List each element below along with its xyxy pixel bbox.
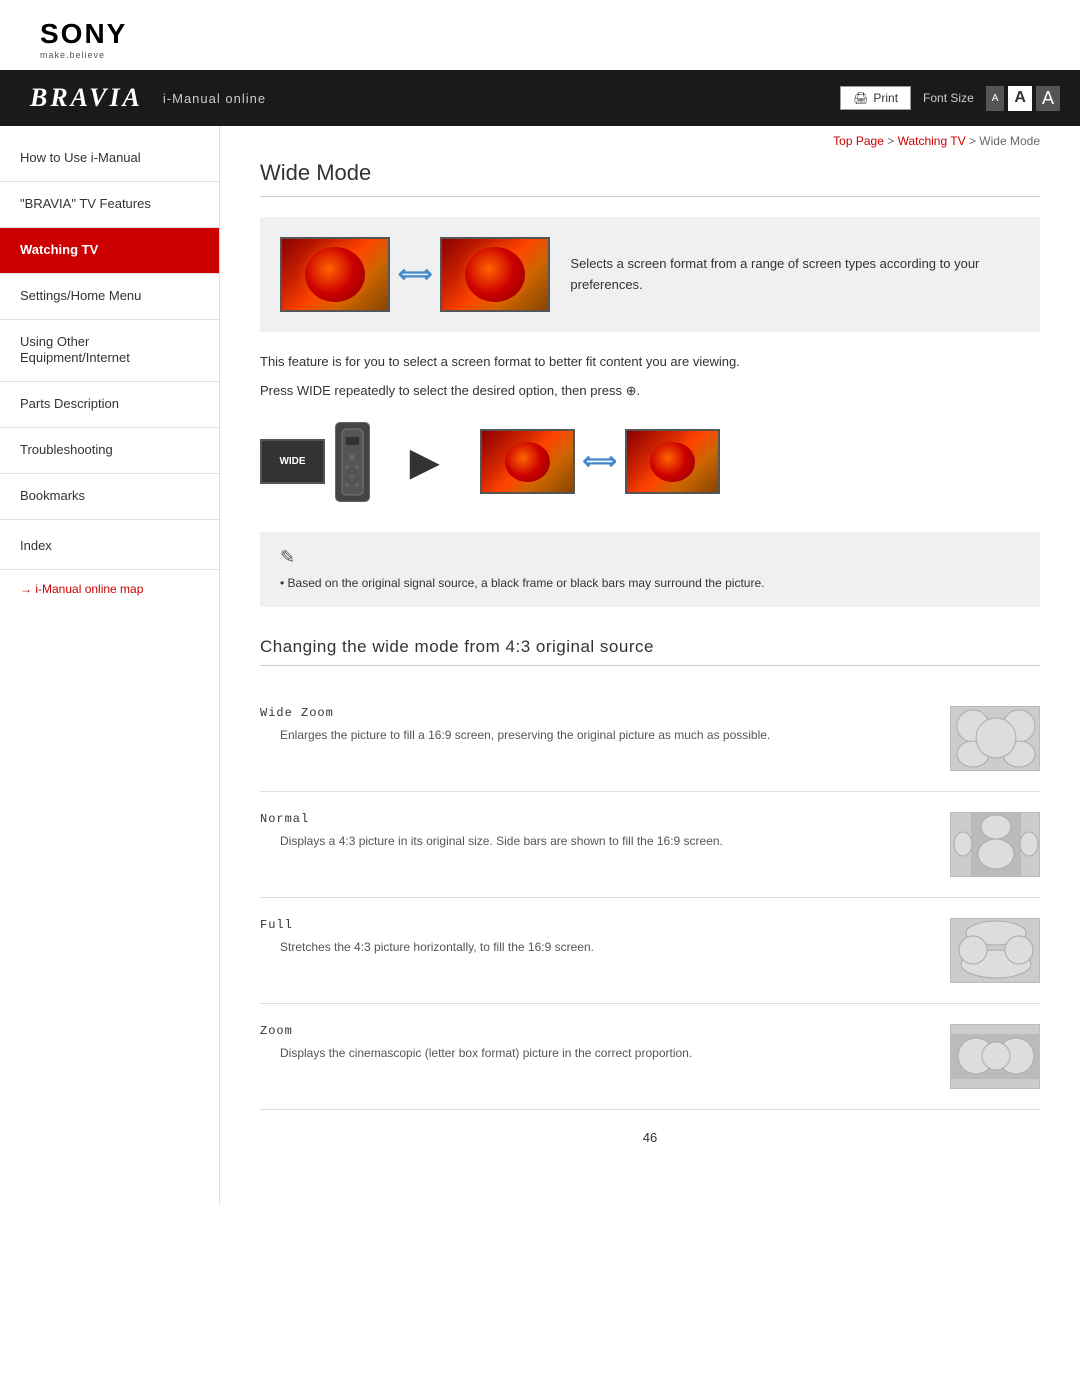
sidebar-item-parts[interactable]: Parts Description	[0, 382, 219, 428]
zoom-image	[950, 1024, 1040, 1089]
normal-desc: Displays a 4:3 picture in its original s…	[260, 832, 930, 850]
section-heading: Changing the wide mode from 4:3 original…	[260, 637, 1040, 666]
breadcrumb-watching[interactable]: Watching TV	[898, 134, 966, 148]
font-size-buttons: A A A	[986, 86, 1060, 111]
bravia-bar-left: BRAVIA i-Manual online	[30, 83, 266, 113]
demo-tv-right	[625, 429, 720, 494]
body-text-2: Press WIDE repeatedly to select the desi…	[260, 381, 1040, 402]
zoom-name: Zoom	[260, 1024, 930, 1038]
zoom-svg	[951, 1024, 1039, 1089]
wide-button-image: WIDE	[260, 439, 325, 484]
flower-left	[305, 247, 365, 302]
note-text: Based on the original signal source, a b…	[280, 576, 764, 590]
sidebar-item-bookmarks[interactable]: Bookmarks	[0, 474, 219, 520]
zoom-desc: Displays the cinemascopic (letter box fo…	[260, 1044, 930, 1062]
wide-zoom-text: Wide Zoom Enlarges the picture to fill a…	[260, 706, 930, 744]
content-area: Top Page > Watching TV > Wide Mode Wide …	[220, 126, 1080, 1205]
full-item: Full Stretches the 4:3 picture horizonta…	[260, 898, 1040, 1004]
demo-tv-left	[480, 429, 575, 494]
body-text-1: This feature is for you to select a scre…	[260, 352, 1040, 373]
note-box: ✎ Based on the original signal source, a…	[260, 532, 1040, 607]
sidebar: How to Use i-Manual "BRAVIA" TV Features…	[0, 126, 220, 1205]
sidebar-map-link[interactable]: → i-Manual online map	[0, 570, 219, 608]
font-medium-button[interactable]: A	[1008, 86, 1032, 111]
zoom-item: Zoom Displays the cinemascopic (letter b…	[260, 1004, 1040, 1110]
tv-images-intro: ⟺	[280, 237, 550, 312]
normal-image	[950, 812, 1040, 877]
sidebar-item-troubleshooting[interactable]: Troubleshooting	[0, 428, 219, 474]
zoom-text: Zoom Displays the cinemascopic (letter b…	[260, 1024, 930, 1062]
sony-tagline: make.believe	[40, 50, 105, 60]
full-svg	[951, 918, 1039, 983]
sidebar-item-settings[interactable]: Settings/Home Menu	[0, 274, 219, 320]
big-arrow-icon: ►	[400, 433, 450, 491]
font-large-button[interactable]: A	[1036, 86, 1060, 111]
normal-svg	[951, 812, 1039, 877]
sidebar-item-index[interactable]: Index	[0, 524, 219, 570]
wide-demo-section: WIDE ►	[260, 422, 1040, 502]
print-button[interactable]: 🖨 Print	[840, 86, 911, 110]
demo-arrow-icon: ⟺	[583, 447, 617, 476]
full-illustration	[950, 918, 1040, 983]
normal-illustration	[950, 812, 1040, 877]
wide-zoom-desc: Enlarges the picture to fill a 16:9 scre…	[260, 726, 930, 744]
wide-demo-right: ⟺	[480, 429, 720, 494]
bravia-bar-right: 🖨 Print Font Size A A A	[840, 86, 1060, 111]
bravia-logo: BRAVIA	[30, 83, 143, 113]
bravia-bar: BRAVIA i-Manual online 🖨 Print Font Size…	[0, 70, 1080, 126]
normal-item: Normal Displays a 4:3 picture in its ori…	[260, 792, 1040, 898]
zoom-illustration	[950, 1024, 1040, 1089]
flower-right	[465, 247, 525, 302]
top-bar: SONY make.believe	[0, 0, 1080, 70]
full-name: Full	[260, 918, 930, 932]
sony-logo: SONY make.believe	[40, 18, 1040, 60]
sony-brand: SONY	[40, 18, 127, 50]
breadcrumb-sep1: >	[887, 134, 897, 148]
full-desc: Stretches the 4:3 picture horizontally, …	[260, 938, 930, 956]
double-arrow-icon: ⟺	[398, 260, 432, 289]
full-image	[950, 918, 1040, 983]
print-icon: 🖨	[853, 91, 868, 105]
breadcrumb-current: Wide Mode	[979, 134, 1040, 148]
sidebar-item-how-to-use[interactable]: How to Use i-Manual	[0, 136, 219, 182]
wide-zoom-name: Wide Zoom	[260, 706, 930, 720]
full-text: Full Stretches the 4:3 picture horizonta…	[260, 918, 930, 956]
normal-text: Normal Displays a 4:3 picture in its ori…	[260, 812, 930, 850]
sidebar-item-watching-tv[interactable]: Watching TV	[0, 228, 219, 274]
breadcrumb: Top Page > Watching TV > Wide Mode	[260, 126, 1040, 160]
wide-zoom-item: Wide Zoom Enlarges the picture to fill a…	[260, 686, 1040, 792]
wide-zoom-illustration	[950, 706, 1040, 771]
tv-screen-right	[442, 239, 548, 310]
wide-zoom-image	[950, 706, 1040, 771]
tv-thumb-left	[280, 237, 390, 312]
page-title: Wide Mode	[260, 160, 1040, 197]
sidebar-item-using-other[interactable]: Using Other Equipment/Internet	[0, 320, 219, 383]
breadcrumb-sep2: >	[969, 134, 979, 148]
remote-image	[335, 422, 370, 502]
wide-demo-left: WIDE	[260, 422, 370, 502]
font-small-button[interactable]: A	[986, 86, 1005, 111]
wide-zoom-svg	[951, 706, 1039, 771]
font-size-label: Font Size	[923, 91, 974, 105]
manual-title: i-Manual online	[163, 91, 266, 106]
wide-mode-intro: ⟺ Selects a screen format from a range o…	[260, 217, 1040, 332]
intro-description: Selects a screen format from a range of …	[570, 254, 1020, 296]
tv-screen-left	[282, 239, 388, 310]
sidebar-item-bravia-features[interactable]: "BRAVIA" TV Features	[0, 182, 219, 228]
note-icon: ✎	[280, 547, 1020, 568]
normal-name: Normal	[260, 812, 930, 826]
tv-thumb-right	[440, 237, 550, 312]
print-label: Print	[873, 91, 898, 105]
remote-svg	[340, 427, 365, 497]
breadcrumb-top[interactable]: Top Page	[833, 134, 884, 148]
page-number: 46	[260, 1110, 1040, 1165]
main-layout: How to Use i-Manual "BRAVIA" TV Features…	[0, 126, 1080, 1205]
